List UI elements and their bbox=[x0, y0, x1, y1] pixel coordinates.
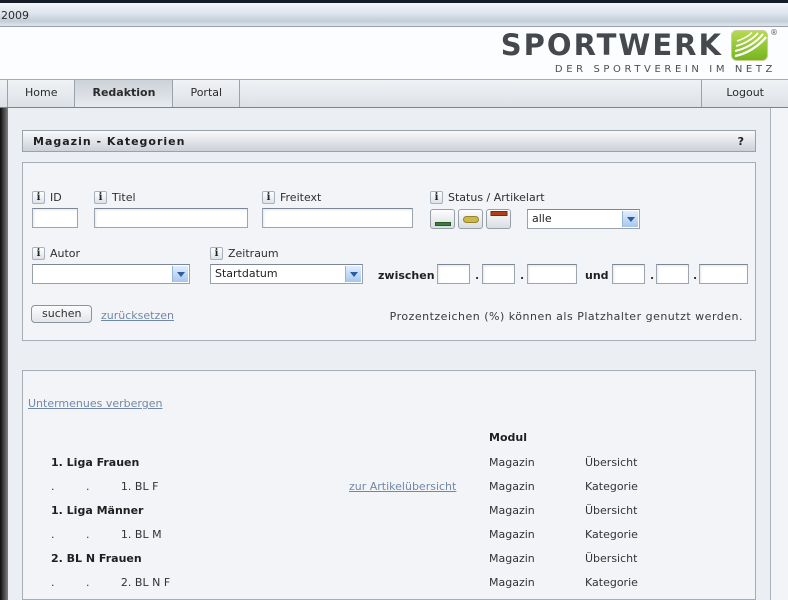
titel-input[interactable] bbox=[94, 208, 248, 228]
table-row: 1. Liga Frauen Magazin Übersicht bbox=[23, 451, 755, 475]
main-nav: Home Redaktion Portal Logout bbox=[0, 80, 788, 108]
category-label: . . 1. BL M bbox=[51, 523, 162, 547]
date-to-day-input[interactable] bbox=[612, 264, 645, 284]
tab-home[interactable]: Home bbox=[8, 80, 75, 107]
brand-name: SPORTWERK bbox=[501, 30, 723, 61]
placeholder-hint: Prozentzeichen (%) können als Platzhalte… bbox=[390, 310, 743, 323]
date-from-month-input[interactable] bbox=[482, 264, 515, 284]
right-margin bbox=[771, 108, 788, 600]
category-label: 1. Liga Männer bbox=[51, 499, 144, 523]
modul-cell: Magazin bbox=[489, 571, 535, 595]
untermenues-verbergen-link[interactable]: Untermenues verbergen bbox=[28, 397, 162, 410]
zeitraum-select-value: Startdatum bbox=[211, 265, 362, 283]
info-icon[interactable]: i bbox=[32, 191, 45, 204]
date-dot: . bbox=[693, 269, 697, 282]
autor-select[interactable] bbox=[32, 264, 190, 284]
date-from-day-input[interactable] bbox=[437, 264, 470, 284]
window-titlebar: 2009 bbox=[0, 0, 788, 27]
date-to-month-input[interactable] bbox=[656, 264, 689, 284]
art-cell: Kategorie bbox=[585, 475, 638, 499]
sportwerk-leaf-icon bbox=[731, 30, 768, 61]
brand-tagline: DER SPORTVEREIN IM NETZ bbox=[501, 64, 778, 75]
freitext-label: Freitext bbox=[280, 191, 321, 204]
art-cell: Übersicht bbox=[585, 499, 637, 523]
left-edge-strip bbox=[0, 108, 8, 600]
titel-field-group: i Titel bbox=[94, 191, 248, 228]
info-icon[interactable]: i bbox=[262, 191, 275, 204]
category-label: . . 2. BL N F bbox=[51, 571, 170, 595]
zur-artikeluebersicht-link[interactable]: zur Artikelübersicht bbox=[349, 475, 456, 499]
art-cell: Übersicht bbox=[585, 547, 637, 571]
zuruecksetzen-link[interactable]: zurücksetzen bbox=[101, 309, 174, 322]
modul-cell: Magazin bbox=[489, 499, 535, 523]
results-panel: Untermenues verbergen Modul 1. Liga Frau… bbox=[22, 370, 756, 600]
date-dot: . bbox=[650, 269, 654, 282]
date-to-year-input[interactable] bbox=[699, 264, 748, 284]
info-icon[interactable]: i bbox=[430, 191, 443, 204]
logout-button[interactable]: Logout bbox=[701, 80, 788, 107]
search-form-panel: i ID i Titel i Freitext i Status / Artik… bbox=[22, 162, 756, 341]
date-dot: . bbox=[475, 269, 479, 282]
category-label: 2. BL N Frauen bbox=[51, 547, 142, 571]
tab-redaktion[interactable]: Redaktion bbox=[75, 80, 173, 107]
table-row: . . 1. BL F zur Artikelübersicht Magazin… bbox=[23, 475, 755, 499]
page-title: Magazin - Kategorien bbox=[33, 135, 185, 148]
date-dot: . bbox=[520, 269, 524, 282]
table-row: 1. Liga Männer Magazin Übersicht bbox=[23, 499, 755, 523]
status-red-icon[interactable] bbox=[486, 209, 511, 229]
suchen-button[interactable]: suchen bbox=[31, 305, 92, 323]
zeitraum-field-group: i Zeitraum Startdatum bbox=[210, 247, 363, 284]
category-label: . . 1. BL F bbox=[51, 475, 158, 499]
freitext-input[interactable] bbox=[262, 208, 413, 228]
id-label: ID bbox=[50, 191, 62, 204]
autor-label: Autor bbox=[50, 247, 80, 260]
zeitraum-label: Zeitraum bbox=[228, 247, 279, 260]
window-title: 2009 bbox=[1, 9, 29, 22]
date-from-year-input[interactable] bbox=[527, 264, 577, 284]
modul-column-header: Modul bbox=[489, 431, 527, 444]
table-header: Modul bbox=[23, 431, 755, 451]
table-row: . . 1. BL M Magazin Kategorie bbox=[23, 523, 755, 547]
brand-logo: SPORTWERK ® DER SPORTVEREIN IM NETZ bbox=[501, 30, 778, 75]
zeitraum-select[interactable]: Startdatum bbox=[210, 264, 363, 284]
section-header: Magazin - Kategorien ? bbox=[22, 130, 756, 152]
modul-cell: Magazin bbox=[489, 523, 535, 547]
category-label: 1. Liga Frauen bbox=[51, 451, 139, 475]
info-icon[interactable]: i bbox=[210, 247, 223, 260]
zwischen-label: zwischen bbox=[378, 269, 435, 282]
info-icon[interactable]: i bbox=[94, 191, 107, 204]
id-field-group: i ID bbox=[32, 191, 78, 228]
status-select[interactable]: alle bbox=[527, 209, 640, 229]
status-label: Status / Artikelart bbox=[448, 191, 545, 204]
status-yellow-icon[interactable] bbox=[458, 209, 483, 229]
chevron-down-icon bbox=[622, 211, 638, 227]
chevron-down-icon bbox=[345, 266, 361, 282]
modul-cell: Magazin bbox=[489, 475, 535, 499]
help-button[interactable]: ? bbox=[738, 135, 745, 148]
category-table: 1. Liga Frauen Magazin Übersicht . . 1. … bbox=[23, 451, 755, 595]
modul-cell: Magazin bbox=[489, 451, 535, 475]
modul-cell: Magazin bbox=[489, 547, 535, 571]
right-separator-line bbox=[770, 108, 771, 600]
titel-label: Titel bbox=[112, 191, 136, 204]
art-cell: Übersicht bbox=[585, 451, 637, 475]
chevron-down-icon bbox=[172, 266, 188, 282]
id-input[interactable] bbox=[32, 208, 78, 228]
info-icon[interactable]: i bbox=[32, 247, 45, 260]
brand-header: SPORTWERK ® DER SPORTVEREIN IM NETZ bbox=[0, 27, 788, 80]
autor-field-group: i Autor bbox=[32, 247, 190, 284]
freitext-field-group: i Freitext bbox=[262, 191, 413, 228]
art-cell: Kategorie bbox=[585, 523, 638, 547]
table-row: . . 2. BL N F Magazin Kategorie bbox=[23, 571, 755, 595]
status-green-icon[interactable] bbox=[430, 209, 455, 229]
table-row: 2. BL N Frauen Magazin Übersicht bbox=[23, 547, 755, 571]
tab-portal[interactable]: Portal bbox=[173, 80, 240, 107]
status-field-group: i Status / Artikelart alle bbox=[430, 191, 750, 230]
art-cell: Kategorie bbox=[585, 571, 638, 595]
und-label: und bbox=[585, 269, 609, 282]
registered-trademark: ® bbox=[770, 28, 778, 37]
nav-spacer bbox=[0, 80, 8, 107]
